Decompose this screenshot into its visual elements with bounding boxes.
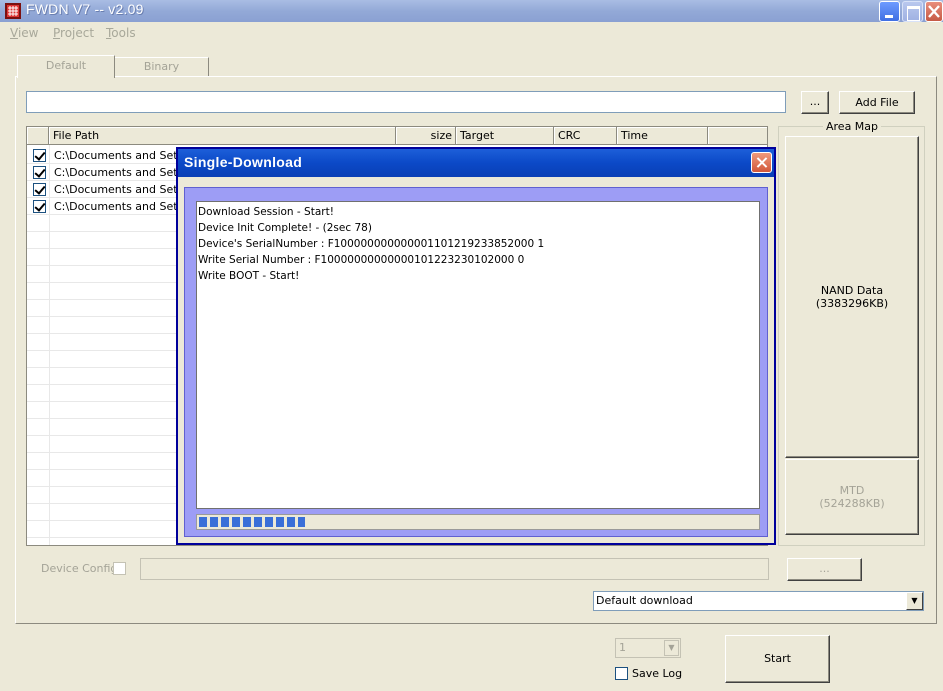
device-config-checkbox[interactable]	[113, 562, 126, 575]
chevron-down-icon[interactable]: ▼	[664, 640, 679, 656]
count-value: 1	[619, 641, 626, 654]
column-header-crc[interactable]: CRC	[554, 127, 617, 145]
browse-button[interactable]: ...	[801, 91, 829, 114]
title-bar: FWDN V7 -- v2.09	[0, 0, 943, 22]
log-line: Device's SerialNumber : F100000000000001…	[198, 238, 545, 250]
start-button[interactable]: Start	[725, 635, 830, 683]
chevron-down-icon[interactable]: ▼	[906, 592, 923, 610]
tab-default[interactable]: Default	[17, 55, 115, 78]
mtd-label: MTD	[839, 484, 865, 497]
column-header-file-path[interactable]: File Path	[49, 127, 396, 145]
menu-view[interactable]: View	[10, 26, 38, 40]
menu-bar: View Project Tools	[0, 22, 943, 44]
menu-project[interactable]: Project	[53, 26, 94, 40]
download-mode-select[interactable]: Default download ▼	[593, 591, 924, 611]
row-checkbox[interactable]	[33, 166, 46, 179]
menu-tools[interactable]: Tools	[106, 26, 136, 40]
device-config-input[interactable]	[140, 558, 769, 580]
close-button[interactable]	[925, 1, 943, 22]
column-header-check[interactable]	[27, 127, 49, 145]
nand-data-label: NAND Data	[820, 284, 884, 297]
add-file-button[interactable]: Add File	[839, 91, 915, 114]
window-title: FWDN V7 -- v2.09	[26, 1, 144, 17]
column-header-size[interactable]: size	[396, 127, 456, 145]
log-line: Device Init Complete! - (2sec 78)	[198, 222, 372, 234]
dialog-title: Single-Download	[184, 154, 303, 170]
tab-binary[interactable]: Binary	[114, 57, 209, 76]
minimize-button[interactable]	[879, 1, 900, 22]
save-log-label: Save Log	[632, 667, 683, 680]
dialog-body: Download Session - Start! Device Init Co…	[178, 177, 774, 543]
nand-data-region[interactable]: NAND Data (3383296KB)	[785, 136, 919, 458]
dialog-close-button[interactable]	[751, 152, 772, 173]
row-checkbox[interactable]	[33, 183, 46, 196]
log-line: Download Session - Start!	[198, 206, 334, 218]
column-separator	[49, 145, 50, 545]
area-map-title: Area Map	[823, 120, 882, 133]
single-download-dialog: Single-Download Download Session - Start…	[176, 147, 776, 545]
dialog-frame: Download Session - Start! Device Init Co…	[184, 187, 768, 537]
maximize-button[interactable]	[902, 1, 923, 22]
column-header-extra[interactable]	[708, 127, 767, 145]
mtd-size: (524288KB)	[819, 497, 885, 510]
area-map: Area Map NAND Data (3383296KB) MTD (5242…	[778, 120, 925, 546]
count-select[interactable]: 1 ▼	[615, 638, 681, 658]
device-config-browse-button[interactable]: ...	[787, 558, 862, 581]
log-line: Write BOOT - Start!	[198, 270, 300, 282]
download-mode-value: Default download	[596, 594, 693, 607]
file-path-input[interactable]	[26, 91, 786, 113]
close-icon	[928, 5, 940, 18]
row-checkbox[interactable]	[33, 200, 46, 213]
device-config-label: Device Config	[41, 562, 118, 575]
list-header: File Path size Target CRC Time	[27, 127, 767, 145]
column-header-time[interactable]: Time	[617, 127, 708, 145]
mtd-region[interactable]: MTD (524288KB)	[785, 459, 919, 535]
download-log: Download Session - Start! Device Init Co…	[196, 201, 760, 509]
row-checkbox[interactable]	[33, 149, 46, 162]
progress-fill	[199, 517, 305, 527]
log-line: Write Serial Number : F10000000000000101…	[198, 254, 525, 266]
app-icon	[5, 3, 21, 19]
dialog-title-bar: Single-Download	[178, 149, 774, 177]
nand-data-size: (3383296KB)	[815, 297, 889, 310]
download-progress-bar	[196, 514, 760, 530]
save-log-checkbox[interactable]	[615, 667, 628, 680]
column-header-target[interactable]: Target	[456, 127, 554, 145]
